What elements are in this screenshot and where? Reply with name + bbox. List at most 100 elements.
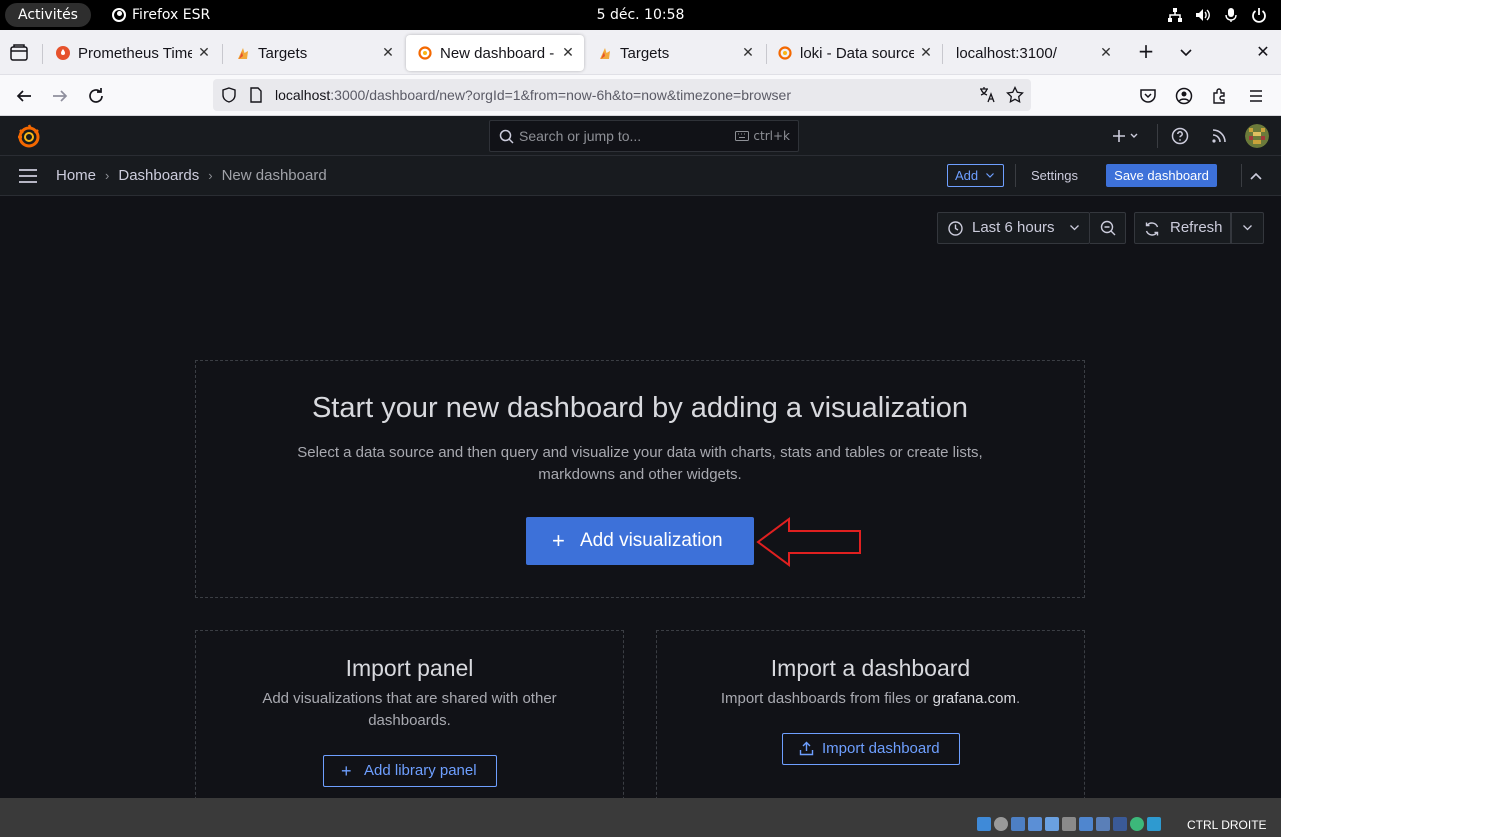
- breadcrumb-dashboards[interactable]: Dashboards: [118, 156, 199, 195]
- add-library-panel-button[interactable]: + Add library panel: [323, 755, 497, 787]
- tab-close-icon[interactable]: ✕: [740, 45, 756, 61]
- import-dashboard-card: Import a dashboard Import dashboards fro…: [656, 630, 1085, 810]
- add-library-panel-label: Add library panel: [364, 762, 477, 779]
- network-adapter-icon[interactable]: [1028, 817, 1042, 831]
- tab-close-icon[interactable]: ✕: [380, 45, 396, 61]
- tab-prometheus[interactable]: Prometheus Time ✕: [44, 35, 220, 71]
- firefox-view-icon[interactable]: [8, 42, 30, 64]
- mega-menu-toggle-icon[interactable]: [18, 168, 38, 184]
- tab-title: localhost:3100/: [956, 44, 1057, 62]
- import-panel-description: Add visualizations that are shared with …: [262, 690, 557, 729]
- account-icon[interactable]: [1175, 87, 1193, 105]
- new-menu-plus-icon[interactable]: [1110, 126, 1144, 146]
- tab-title: Prometheus Time: [78, 44, 192, 62]
- add-button-label: Add: [955, 168, 979, 183]
- page-icon[interactable]: [249, 87, 263, 103]
- tab-strip: Prometheus Time ✕ Targets ✕ New dashboar…: [0, 30, 1281, 75]
- settings-button[interactable]: Settings: [1015, 164, 1093, 187]
- add-button[interactable]: Add: [947, 164, 1004, 187]
- translate-icon[interactable]: [978, 86, 996, 104]
- hamburger-menu-icon[interactable]: [1247, 87, 1265, 105]
- prometheus-icon: [56, 46, 70, 60]
- collapse-toolbar-button[interactable]: [1241, 164, 1269, 187]
- grafana-breadcrumb-bar: Home › Dashboards › New dashboard Add Se…: [0, 156, 1281, 196]
- import-dashboard-label: Import dashboard: [822, 740, 940, 757]
- back-button[interactable]: [12, 84, 36, 108]
- gnome-top-bar: Activités Firefox ESR 5 déc. 10:58: [0, 0, 1281, 30]
- save-dashboard-button[interactable]: Save dashboard: [1106, 164, 1217, 187]
- chevron-up-icon: [1249, 172, 1262, 180]
- app-name: Firefox ESR: [132, 7, 211, 23]
- empty-state-title: Start your new dashboard by adding a vis…: [311, 392, 969, 424]
- audio-icon[interactable]: [1011, 817, 1025, 831]
- tab-loki-data-sources[interactable]: loki - Data sources ✕: [766, 35, 942, 71]
- tab-close-icon[interactable]: ✕: [196, 45, 212, 61]
- url-host: localhost: [275, 87, 331, 103]
- guest-additions-icon[interactable]: [1130, 817, 1144, 831]
- grafana-top-bar: Search or jump to... ctrl+k: [0, 116, 1281, 156]
- bookmark-star-icon[interactable]: [1006, 86, 1024, 104]
- display-icon[interactable]: [1079, 817, 1093, 831]
- import-dashboard-description: Import dashboards from files or grafana.…: [697, 688, 1044, 710]
- chevron-down-icon: [1243, 225, 1252, 231]
- user-avatar[interactable]: [1245, 124, 1269, 148]
- recording-icon[interactable]: [1096, 817, 1110, 831]
- grafana-logo-icon[interactable]: [16, 123, 42, 149]
- url-text[interactable]: localhost:3000/dashboard/new?orgId=1&fro…: [275, 79, 791, 111]
- extensions-icon[interactable]: [1211, 87, 1229, 105]
- grafana-com-link[interactable]: grafana.com: [933, 690, 1016, 707]
- chevron-down-icon: [986, 173, 994, 178]
- system-tray[interactable]: [1167, 0, 1267, 30]
- add-visualization-label: Add visualization: [580, 530, 723, 551]
- refresh-interval-picker[interactable]: [1231, 212, 1264, 244]
- tab-close-icon[interactable]: ✕: [560, 45, 576, 61]
- url-bar[interactable]: localhost:3000/dashboard/new?orgId=1&fro…: [213, 79, 1031, 111]
- tab-targets-2[interactable]: Targets ✕: [586, 35, 764, 71]
- import-dashboard-button[interactable]: Import dashboard: [782, 733, 960, 765]
- new-tab-button[interactable]: +: [1135, 41, 1157, 63]
- url-path: :3000/dashboard/new?orgId=1&from=now-6h&…: [330, 87, 792, 103]
- breadcrumb-home[interactable]: Home: [56, 156, 96, 195]
- search-shortcut-label: ctrl+k: [753, 129, 790, 143]
- search-icon: [499, 129, 514, 144]
- clock-icon: [948, 221, 963, 236]
- forward-button[interactable]: [48, 84, 72, 108]
- zoom-out-button[interactable]: [1090, 212, 1126, 244]
- close-window-icon[interactable]: ✕: [1252, 41, 1274, 63]
- volume-icon: [1196, 9, 1210, 21]
- prometheus-flame-icon: [600, 48, 610, 59]
- vm-device-icons: [977, 817, 1161, 831]
- optical-drive-icon[interactable]: [977, 817, 991, 831]
- tab-close-icon[interactable]: ✕: [1098, 45, 1114, 61]
- chevron-down-icon[interactable]: [1176, 43, 1196, 63]
- shared-folder-icon[interactable]: [1062, 817, 1076, 831]
- arrow-left-icon: [16, 90, 31, 102]
- vm-status-bar: CTRL DROITE: [0, 798, 1281, 837]
- help-icon[interactable]: [1171, 127, 1189, 145]
- reload-button[interactable]: [84, 84, 108, 108]
- usb-icon[interactable]: [1045, 817, 1059, 831]
- tab-targets[interactable]: Targets ✕: [224, 35, 404, 71]
- empty-state-description: Select a data source and then query and …: [297, 444, 983, 483]
- microphone-icon: [1225, 8, 1237, 22]
- cpu-icon[interactable]: [1113, 817, 1127, 831]
- news-feed-icon[interactable]: [1210, 127, 1228, 145]
- time-range-picker[interactable]: Last 6 hours: [937, 212, 1090, 244]
- shield-icon[interactable]: [221, 87, 237, 103]
- refresh-button[interactable]: Refresh: [1134, 212, 1231, 244]
- mouse-integration-icon[interactable]: [1147, 817, 1161, 831]
- tab-new-dashboard[interactable]: New dashboard - D ✕: [406, 35, 584, 71]
- keyboard-icon: [735, 131, 750, 141]
- app-menu[interactable]: Firefox ESR: [112, 0, 210, 30]
- prometheus-flame-icon: [238, 48, 248, 59]
- pocket-icon[interactable]: [1139, 87, 1157, 105]
- disk-icon[interactable]: [994, 817, 1008, 831]
- tab-localhost-3100[interactable]: localhost:3100/ ✕: [944, 35, 1122, 71]
- search-input[interactable]: Search or jump to... ctrl+k: [489, 120, 799, 152]
- activities-button[interactable]: Activités: [5, 3, 91, 27]
- add-visualization-button[interactable]: + Add visualization: [526, 517, 754, 565]
- arrow-right-icon: [53, 90, 68, 102]
- search-shortcut: ctrl+k: [735, 121, 790, 151]
- desktop-screen: Activités Firefox ESR 5 déc. 10:58 Prome…: [0, 0, 1281, 837]
- tab-close-icon[interactable]: ✕: [918, 45, 934, 61]
